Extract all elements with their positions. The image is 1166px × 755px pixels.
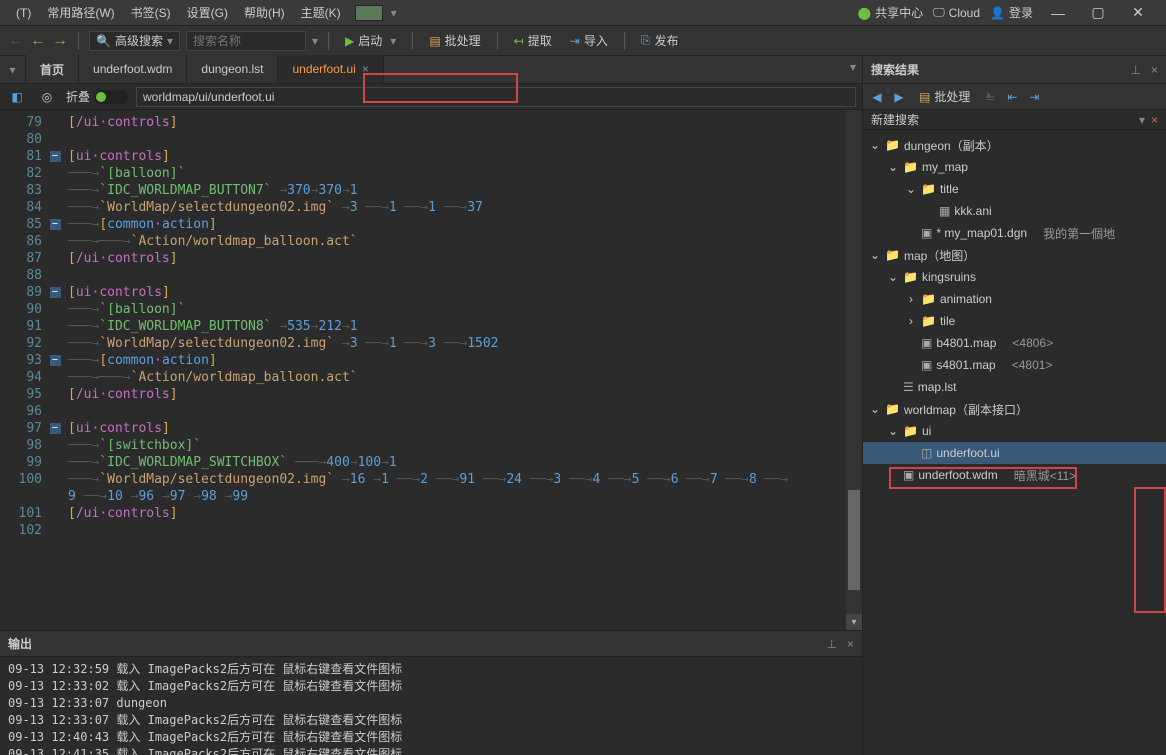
publish-icon: ⎘ [641,33,651,48]
menu-paths[interactable]: 常用路径(W) [39,0,122,25]
import-icon: ⇥ [570,34,580,48]
locate-icon-button[interactable]: ◎ [36,86,58,108]
tree-row[interactable]: ▣* my_map01.dgn我的第一個地 [863,222,1166,244]
close-icon[interactable]: × [1151,63,1158,77]
fold-toggle[interactable] [94,90,128,104]
login-button[interactable]: 👤登录 [990,4,1033,21]
tree-row[interactable]: ⌄📁map（地图） [863,244,1166,266]
pin-icon[interactable]: ⊥ [1131,63,1141,77]
cloud-button[interactable]: 🖵Cloud [933,5,980,20]
user-icon: 👤 [990,6,1005,20]
tree-row[interactable]: ▦kkk.ani [863,200,1166,222]
theme-color-swatch[interactable] [355,5,383,21]
code-area[interactable]: [/ui·controls] [ui·controls]───→`[balloo… [62,110,846,630]
tree-row[interactable]: ›📁animation [863,288,1166,310]
monitor-icon: 🖵 [933,5,945,20]
publish-button[interactable]: ⎘发布 [635,30,685,51]
tree-row[interactable]: ›📁tile [863,310,1166,332]
result-tree[interactable]: ⌄📁dungeon（副本）⌄📁my_map⌄📁title▦kkk.ani▣* m… [863,130,1166,755]
tree-row[interactable]: ▣underfoot.wdm暗黑城<11> [863,464,1166,486]
tab-home[interactable]: 首页 [26,55,79,83]
tree-row[interactable]: ⌄📁worldmap（副本接口） [863,398,1166,420]
maximize-button[interactable]: ▢ [1078,4,1118,21]
tree-row[interactable]: ⌄📁dungeon（副本） [863,134,1166,156]
panel-title: 搜索结果 [871,61,919,78]
tree-row[interactable]: ⌄📁kingsruins [863,266,1166,288]
dropdown-icon[interactable]: ▾ [383,2,405,24]
search-results-panel: 搜索结果 ⊥ × ◀ ▶ ▤批处理 ⎁ ⇤ ⇥ 新建搜索 ▾ × ⌄📁dungeon… [862,56,1166,755]
tab-overflow-icon[interactable]: ▾ [850,60,856,74]
launch-button[interactable]: ▶启动▾ [339,30,402,51]
scroll-down-icon[interactable]: ▾ [846,614,862,630]
path-input[interactable] [136,87,856,107]
path-bar: ◧ ◎ 折叠 [0,84,862,110]
tree-row[interactable]: ⌄📁title [863,178,1166,200]
close-icon[interactable]: × [847,637,854,651]
new-search-label[interactable]: 新建搜索 [871,111,919,128]
fold-column[interactable]: −−−−− [48,110,62,630]
tree-row[interactable]: ⌄📁my_map [863,156,1166,178]
extract-icon: ↤ [514,34,524,48]
tree-row[interactable]: ☰map.lst [863,376,1166,398]
menu-help[interactable]: 帮助(H) [236,0,293,25]
close-button[interactable]: ✕ [1118,4,1158,21]
chevron-down-icon[interactable]: ▾ [390,34,396,48]
open-icon[interactable]: ⇥ [1026,89,1042,105]
advanced-search[interactable]: 🔍 高级搜索 ▾ [89,31,180,51]
dropdown-icon[interactable]: ▾ [1139,113,1145,127]
prev-result-icon[interactable]: ◀ [869,89,885,105]
back-disabled-icon: ← [8,32,24,50]
tree-row[interactable]: ⌄📁ui [863,420,1166,442]
search-icon: 🔍 [96,34,111,48]
minimize-button[interactable]: — [1038,5,1078,21]
batch-button[interactable]: ▤批处理 [913,86,976,107]
close-icon[interactable]: × [362,62,369,76]
tree-row[interactable]: ◫underfoot.ui [863,442,1166,464]
play-icon: ▶ [345,34,354,48]
line-gutter: 7980818283848586878889909192939495969798… [0,110,48,630]
export-icon[interactable]: ⎁ [982,89,998,105]
batch-icon: ▤ [429,34,440,48]
chevron-down-icon: ▾ [167,34,173,48]
fold-label: 折叠 [66,88,90,105]
tab-file[interactable]: underfoot.wdm [79,55,187,83]
chevron-down-icon[interactable]: ▾ [312,34,318,48]
import-button[interactable]: ⇥导入 [564,30,614,51]
nav-icon-button[interactable]: ◧ [6,86,28,108]
extract-button[interactable]: ↤提取 [508,30,558,51]
tab-bar: ▾ 首页 underfoot.wdm dungeon.lst underfoot… [0,56,862,84]
toolbar: ← ← → 🔍 高级搜索 ▾ ▾ ▶启动▾ ▤批处理 ↤提取 ⇥导入 ⎘发布 [0,26,1166,56]
menubar: (T) 常用路径(W) 书签(S) 设置(G) 帮助(H) 主题(K) ▾ ⬤共… [0,0,1166,26]
output-log[interactable]: 09-13 12:32:59 载入 ImagePacks2后方可在 鼠标右键查看… [0,657,862,755]
output-title: 输出 [8,635,32,652]
tab-list-button[interactable]: ▾ [0,57,26,83]
forward-button[interactable]: → [52,32,68,50]
menu-item[interactable]: (T) [8,2,39,24]
next-result-icon[interactable]: ▶ [891,89,907,105]
tree-row[interactable]: ▣b4801.map<4806> [863,332,1166,354]
tree-row[interactable]: ▣s4801.map<4801> [863,354,1166,376]
back-button[interactable]: ← [30,32,46,50]
batch-button[interactable]: ▤批处理 [423,30,486,51]
tab-file[interactable]: dungeon.lst [187,55,278,83]
output-panel: 输出 ⊥ × 09-13 12:32:59 载入 ImagePacks2后方可在 … [0,630,862,755]
pin-icon[interactable]: ⊥ [827,637,837,651]
tab-file-active[interactable]: underfoot.ui× [278,55,383,83]
vertical-scrollbar[interactable]: ▾ [846,110,862,630]
close-icon[interactable]: × [1151,113,1158,127]
search-input[interactable] [186,31,306,51]
batch-icon: ▤ [919,90,930,104]
menu-settings[interactable]: 设置(G) [179,0,236,25]
import-icon[interactable]: ⇤ [1004,89,1020,105]
menu-theme[interactable]: 主题(K) [293,0,349,25]
code-editor[interactable]: 7980818283848586878889909192939495969798… [0,110,862,630]
menu-bookmarks[interactable]: 书签(S) [123,0,179,25]
share-center[interactable]: ⬤共享中心 [858,4,923,21]
